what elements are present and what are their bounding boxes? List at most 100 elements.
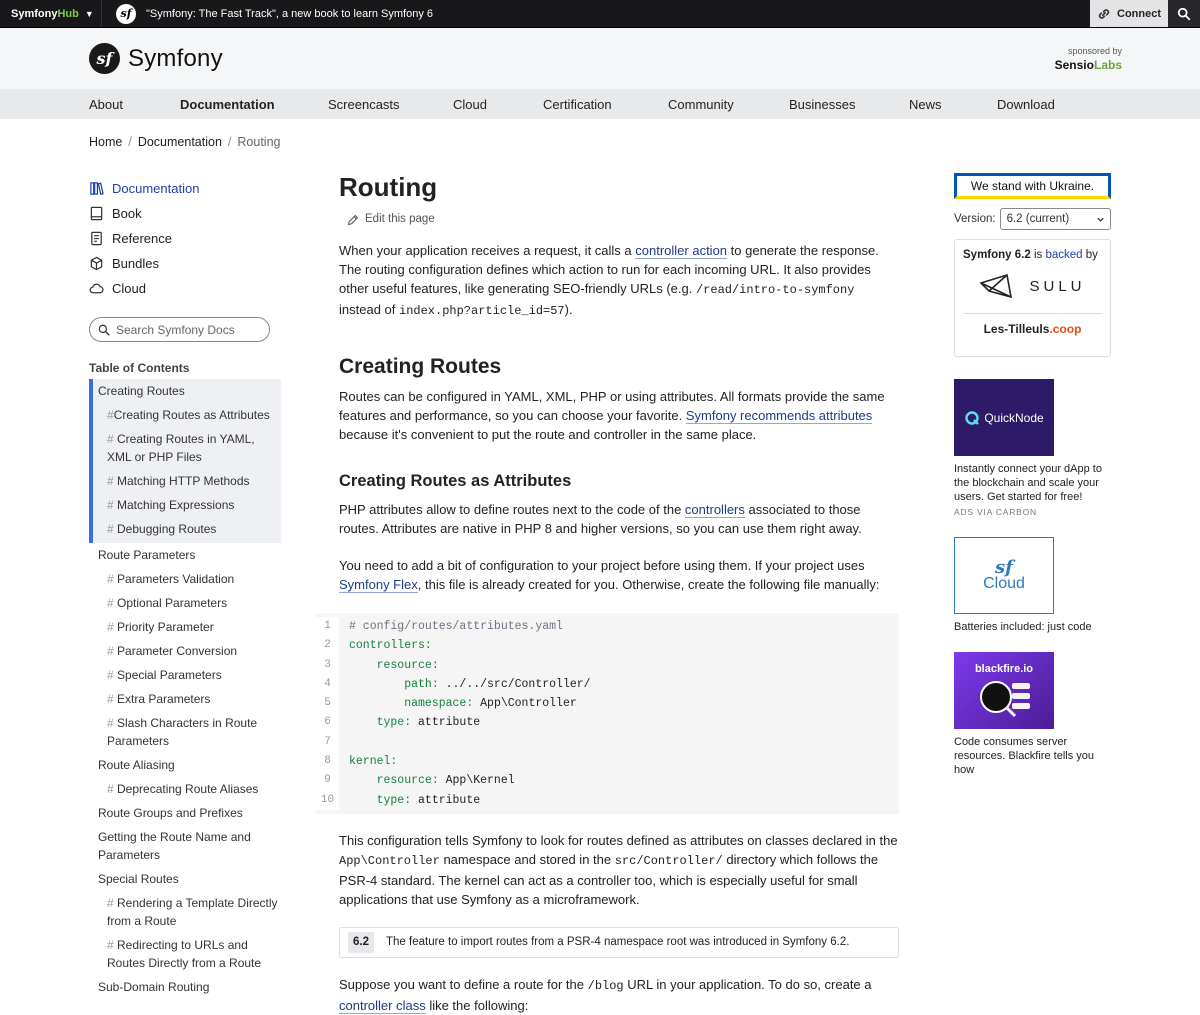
toc-subitem[interactable]: # Matching Expressions xyxy=(98,493,281,517)
cloud-icon xyxy=(89,283,104,294)
books-icon xyxy=(90,182,104,196)
toc-subitem[interactable]: # Extra Parameters xyxy=(89,687,281,711)
symfonyhub-menu[interactable]: SymfonyHub ▼ xyxy=(0,0,102,27)
toc-subitem[interactable]: # Parameters Validation xyxy=(89,567,281,591)
nav-news[interactable]: News xyxy=(909,97,997,112)
main-content: Routing Edit this page When your applica… xyxy=(316,170,899,1015)
line-number: 5 xyxy=(316,694,339,714)
nav-community[interactable]: Community xyxy=(668,97,789,112)
symfony-logo[interactable]: sf Symfony xyxy=(89,43,223,74)
table-of-contents: Creating Routes #Creating Routes as Attr… xyxy=(89,379,281,999)
toc-subitem[interactable]: # Matching HTTP Methods xyxy=(98,469,281,493)
version-selector: Version: 6.2 (current) xyxy=(954,208,1111,230)
toc-subitem[interactable]: #Creating Routes as Attributes xyxy=(98,403,281,427)
nav-cloud[interactable]: Cloud xyxy=(453,97,543,112)
ad-blackfire[interactable]: blackfire.io Code consumes server resour… xyxy=(954,652,1111,777)
code-text: path: ../../src/Controller/ xyxy=(349,677,591,691)
intro-paragraph: When your application receives a request… xyxy=(339,243,879,318)
line-number: 2 xyxy=(316,636,339,656)
toc-item[interactable]: Sub-Domain Routing xyxy=(89,975,281,999)
toc-subitem[interactable]: # Redirecting to URLs and Routes Directl… xyxy=(89,933,281,975)
line-number: 4 xyxy=(316,674,339,695)
sponsored-by-label: sponsored by xyxy=(1067,45,1122,56)
book-icon xyxy=(90,206,103,221)
toc-item[interactable]: Creating Routes xyxy=(98,381,281,403)
sulu-logo[interactable]: SULU xyxy=(963,271,1102,301)
line-number: 8 xyxy=(316,752,339,772)
toc-subitem[interactable]: # Slash Characters in Route Parameters xyxy=(89,711,281,753)
docnav-label: Cloud xyxy=(112,281,146,296)
line-number: 10 xyxy=(316,790,339,810)
line-number: 7 xyxy=(316,732,339,753)
toc-subitem[interactable]: # Special Parameters xyxy=(89,663,281,687)
search-icon xyxy=(98,324,110,336)
hub-name: SymfonyHub xyxy=(11,7,79,20)
toc-item[interactable]: Route Groups and Prefixes xyxy=(89,801,281,825)
toc-subitem[interactable]: # Creating Routes in YAML, XML or PHP Fi… xyxy=(98,427,281,469)
backed-by-box: Symfony 6.2 is backed by SULU Les-Tilleu… xyxy=(954,239,1111,357)
nav-documentation[interactable]: Documentation xyxy=(180,97,328,112)
version-note: 6.2 The feature to import routes from a … xyxy=(339,926,899,958)
code-block[interactable]: 1 # config/routes/attributes.yaml 2 control… xyxy=(316,613,899,814)
toc-subitem[interactable]: # Deprecating Route Aliases xyxy=(89,777,281,801)
ad-symfony-cloud[interactable]: sf Cloud Batteries included: just code xyxy=(954,537,1111,634)
edit-page-link[interactable]: Edit this page xyxy=(347,210,899,229)
ad-text: Batteries included: just code xyxy=(954,621,1092,633)
paragraph: You need to add a bit of configuration t… xyxy=(339,558,880,593)
ukraine-banner[interactable]: We stand with Ukraine. xyxy=(954,173,1111,199)
version-select[interactable]: 6.2 (current) xyxy=(999,208,1111,230)
toc-item[interactable]: Special Routes xyxy=(89,867,281,891)
docnav-cloud[interactable]: Cloud xyxy=(89,276,281,301)
breadcrumb-home[interactable]: Home xyxy=(89,135,122,149)
nav-screencasts[interactable]: Screencasts xyxy=(328,97,453,112)
docnav-book[interactable]: Book xyxy=(89,201,281,226)
toc-subitem[interactable]: # Priority Parameter xyxy=(89,615,281,639)
backed-link[interactable]: backed xyxy=(1045,249,1082,261)
symfony-cloud-logo: sf Cloud xyxy=(954,537,1054,614)
line-number: 6 xyxy=(316,713,339,733)
paragraph: Routes can be configured in YAML, XML, P… xyxy=(339,389,885,442)
paragraph: Suppose you want to define a route for t… xyxy=(339,976,872,1014)
ad-text: Code consumes server resources. Blackfir… xyxy=(954,736,1094,776)
recommends-attributes-link[interactable]: Symfony recommends attributes xyxy=(685,408,873,424)
docnav-reference[interactable]: Reference xyxy=(89,226,281,251)
top-bar: SymfonyHub ▼ sf "Symfony: The Fast Track… xyxy=(0,0,1200,28)
promo-banner[interactable]: sf "Symfony: The Fast Track", a new book… xyxy=(102,0,1090,27)
ad-quicknode[interactable]: QuickNode Instantly connect your dApp to… xyxy=(954,379,1111,517)
search-icon xyxy=(1177,7,1191,20)
sponsor[interactable]: sponsored by SensioLabs xyxy=(1055,45,1122,71)
controller-class-link[interactable]: controller class xyxy=(339,997,426,1014)
nav-certification[interactable]: Certification xyxy=(543,97,668,112)
logo-text: Symfony xyxy=(128,44,223,72)
connect-button[interactable]: Connect xyxy=(1090,0,1168,27)
toc-subitem[interactable]: # Parameter Conversion xyxy=(89,639,281,663)
site-header: sf Symfony sponsored by SensioLabs xyxy=(0,28,1200,89)
tilleuls-logo[interactable]: Les-Tilleuls.coop xyxy=(963,322,1102,336)
controller-action-link[interactable]: controller action xyxy=(635,243,728,259)
toc-subitem[interactable]: # Debugging Routes xyxy=(98,517,281,541)
toc-item[interactable]: Route Parameters xyxy=(89,543,281,567)
blackfire-logo: blackfire.io xyxy=(954,652,1054,729)
docs-search-input[interactable]: Search Symfony Docs xyxy=(89,317,270,342)
code-line: 10 type: attribute xyxy=(316,790,899,810)
breadcrumb-docs[interactable]: Documentation xyxy=(138,135,222,149)
toc-item[interactable]: Getting the Route Name and Parameters xyxy=(89,825,281,867)
toc-subitem[interactable]: # Optional Parameters xyxy=(89,591,281,615)
chevron-down-icon xyxy=(1097,217,1104,222)
controllers-link[interactable]: controllers xyxy=(684,502,745,518)
top-search-button[interactable] xyxy=(1168,0,1200,27)
docs-nav: Documentation Book Reference Bundles Clo… xyxy=(89,176,281,301)
subsection-heading: Creating Routes as Attributes xyxy=(339,472,572,490)
docnav-documentation[interactable]: Documentation xyxy=(89,176,281,201)
toc-item[interactable]: Route Aliasing xyxy=(89,753,281,777)
nav-about[interactable]: About xyxy=(89,97,180,112)
docnav-label: Documentation xyxy=(112,181,200,196)
nav-download[interactable]: Download xyxy=(997,97,1055,112)
symfony-flex-link[interactable]: Symfony Flex xyxy=(339,577,418,593)
nav-businesses[interactable]: Businesses xyxy=(789,97,909,112)
quicknode-logo: QuickNode xyxy=(954,379,1054,456)
docnav-bundles[interactable]: Bundles xyxy=(89,251,281,276)
ads-via-carbon[interactable]: ADS VIA CARBON xyxy=(954,507,1111,517)
toc-subitem[interactable]: # Rendering a Template Directly from a R… xyxy=(89,891,281,933)
main-nav: About Documentation Screencasts Cloud Ce… xyxy=(0,89,1200,119)
